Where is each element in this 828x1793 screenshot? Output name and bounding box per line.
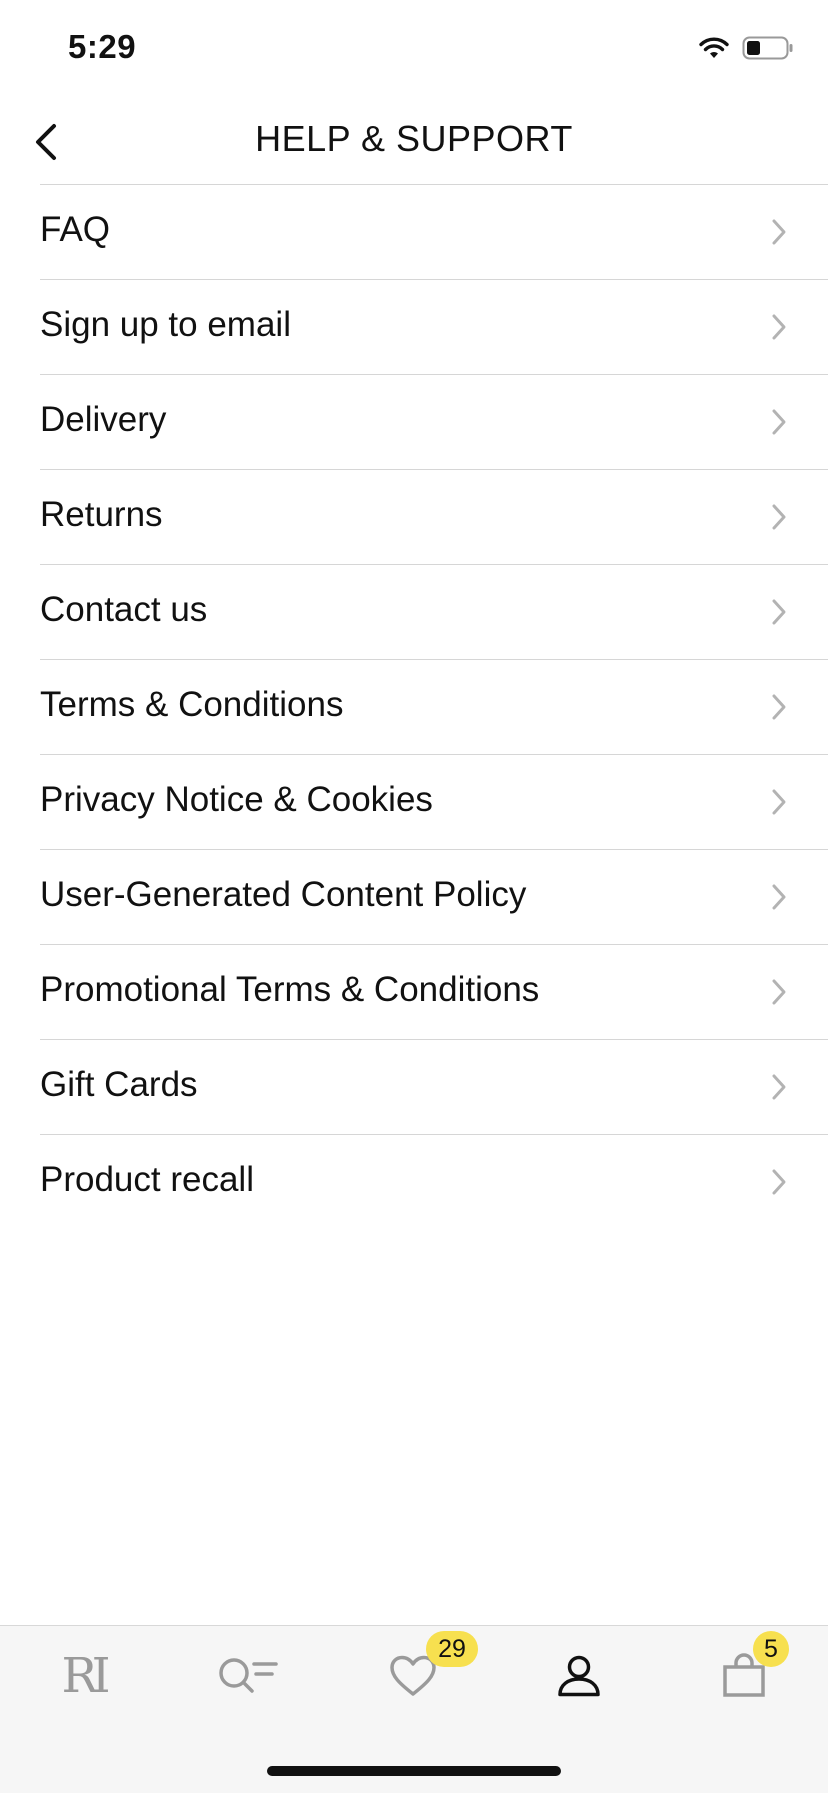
tab-search[interactable]: [168, 1626, 328, 1726]
user-icon: [558, 1655, 600, 1697]
chevron-right-icon: [772, 979, 786, 1005]
divider: [40, 374, 828, 375]
home-indicator: [267, 1766, 561, 1776]
navigation-bar: HELP & SUPPORT: [0, 100, 828, 184]
chevron-right-icon: [772, 219, 786, 245]
chevron-right-icon: [772, 1074, 786, 1100]
menu-item-delivery[interactable]: Delivery: [0, 374, 828, 469]
menu-item-ugc-policy[interactable]: User-Generated Content Policy: [0, 849, 828, 944]
divider: [40, 564, 828, 565]
divider: [40, 754, 828, 755]
chevron-right-icon: [772, 1169, 786, 1195]
status-bar: 5:29: [0, 0, 828, 100]
chevron-right-icon: [772, 789, 786, 815]
divider: [40, 944, 828, 945]
menu-item-label: Product recall: [40, 1160, 254, 1199]
status-time: 5:29: [68, 28, 137, 65]
menu-item-promotional-terms[interactable]: Promotional Terms & Conditions: [0, 944, 828, 1039]
menu-item-returns[interactable]: Returns: [0, 469, 828, 564]
menu-item-privacy-notice[interactable]: Privacy Notice & Cookies: [0, 754, 828, 849]
menu-item-gift-cards[interactable]: Gift Cards: [0, 1039, 828, 1134]
divider: [40, 849, 828, 850]
divider: [40, 659, 828, 660]
chevron-right-icon: [772, 409, 786, 435]
chevron-right-icon: [772, 884, 786, 910]
menu-item-label: Gift Cards: [40, 1065, 198, 1104]
chevron-right-icon: [772, 314, 786, 340]
bag-count-badge: 5: [753, 1631, 789, 1667]
menu-item-sign-up-to-email[interactable]: Sign up to email: [0, 279, 828, 374]
wishlist-count-badge: 29: [426, 1631, 478, 1667]
menu-item-label: Delivery: [40, 400, 167, 439]
menu-item-label: Sign up to email: [40, 305, 291, 344]
menu-item-label: Terms & Conditions: [40, 685, 344, 724]
divider: [40, 1134, 828, 1135]
page-title: HELP & SUPPORT: [255, 118, 573, 159]
wifi-icon: [698, 36, 730, 65]
chevron-right-icon: [772, 599, 786, 625]
tab-home[interactable]: RI: [3, 1626, 163, 1726]
menu-item-contact-us[interactable]: Contact us: [0, 564, 828, 659]
battery-icon: [742, 36, 794, 65]
menu-item-label: Privacy Notice & Cookies: [40, 780, 433, 819]
heart-icon: [390, 1655, 436, 1696]
search-filter-icon: [219, 1658, 278, 1693]
tab-bag[interactable]: 5: [664, 1626, 824, 1726]
menu-item-label: Promotional Terms & Conditions: [40, 970, 540, 1009]
help-menu-list: FAQ Sign up to email Delivery Returns Co…: [0, 184, 828, 1229]
divider: [40, 469, 828, 470]
chevron-right-icon: [772, 694, 786, 720]
menu-item-terms-and-conditions[interactable]: Terms & Conditions: [0, 659, 828, 754]
menu-item-label: FAQ: [40, 210, 111, 249]
menu-item-faq[interactable]: FAQ: [0, 184, 828, 279]
tab-wishlist[interactable]: 29: [333, 1626, 493, 1726]
brand-logo: RI: [61, 1648, 110, 1704]
tab-account[interactable]: [499, 1626, 659, 1726]
divider: [40, 184, 828, 185]
chevron-right-icon: [772, 504, 786, 530]
menu-item-product-recall[interactable]: Product recall: [0, 1134, 828, 1229]
divider: [40, 1039, 828, 1040]
divider: [40, 279, 828, 280]
menu-item-label: Contact us: [40, 590, 208, 629]
menu-item-label: Returns: [40, 495, 163, 534]
menu-item-label: User-Generated Content Policy: [40, 875, 527, 914]
